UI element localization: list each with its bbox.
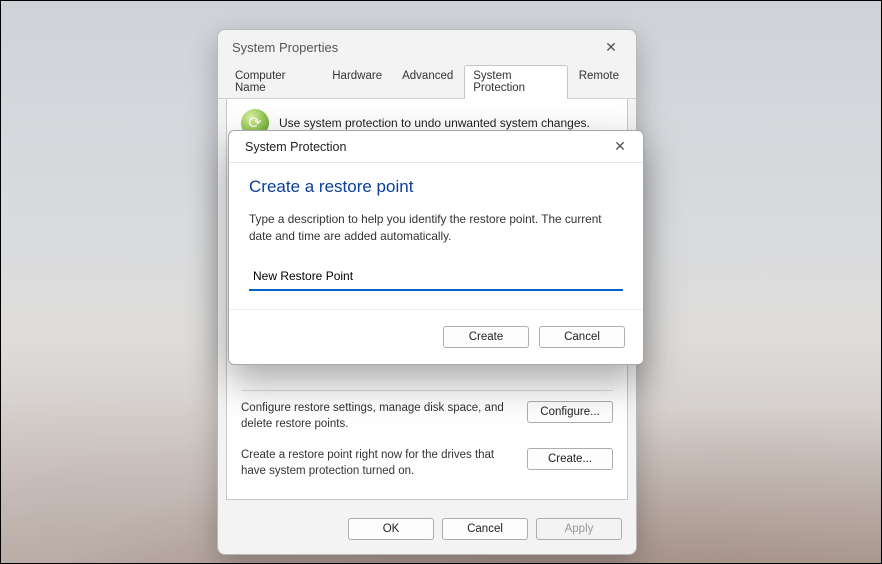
close-icon[interactable]: ✕ xyxy=(596,35,626,59)
create-restore-point-dialog: System Protection ✕ Create a restore poi… xyxy=(228,130,644,365)
apply-button: Apply xyxy=(536,518,622,540)
modal-footer: Create Cancel xyxy=(229,309,643,364)
configure-row: Configure restore settings, manage disk … xyxy=(241,391,613,438)
sysprops-footer: OK Cancel Apply xyxy=(218,508,636,554)
create-button[interactable]: Create... xyxy=(527,448,613,470)
modal-titlebar: System Protection ✕ xyxy=(229,131,643,163)
configure-desc: Configure restore settings, manage disk … xyxy=(241,401,513,432)
ok-button[interactable]: OK xyxy=(348,518,434,540)
configure-button[interactable]: Configure... xyxy=(527,401,613,423)
close-icon[interactable]: ✕ xyxy=(605,135,635,159)
intro-text: Use system protection to undo unwanted s… xyxy=(279,116,590,130)
create-desc: Create a restore point right now for the… xyxy=(241,448,513,479)
modal-heading: Create a restore point xyxy=(249,177,623,197)
modal-cancel-button[interactable]: Cancel xyxy=(539,326,625,348)
tab-hardware[interactable]: Hardware xyxy=(323,65,391,99)
tab-remote[interactable]: Remote xyxy=(570,65,628,99)
modal-instructions: Type a description to help you identify … xyxy=(249,211,623,245)
modal-body: Create a restore point Type a descriptio… xyxy=(229,163,643,309)
sysprops-title: System Properties xyxy=(232,40,338,55)
restore-point-name-input[interactable] xyxy=(249,263,623,291)
tab-advanced[interactable]: Advanced xyxy=(393,65,462,99)
cancel-button[interactable]: Cancel xyxy=(442,518,528,540)
tab-system-protection[interactable]: System Protection xyxy=(464,65,567,99)
modal-create-button[interactable]: Create xyxy=(443,326,529,348)
sysprops-titlebar: System Properties ✕ xyxy=(218,30,636,64)
modal-title: System Protection xyxy=(245,140,346,154)
create-row: Create a restore point right now for the… xyxy=(241,438,613,485)
tabstrip: Computer Name Hardware Advanced System P… xyxy=(218,64,636,99)
tab-computer-name[interactable]: Computer Name xyxy=(226,65,321,99)
